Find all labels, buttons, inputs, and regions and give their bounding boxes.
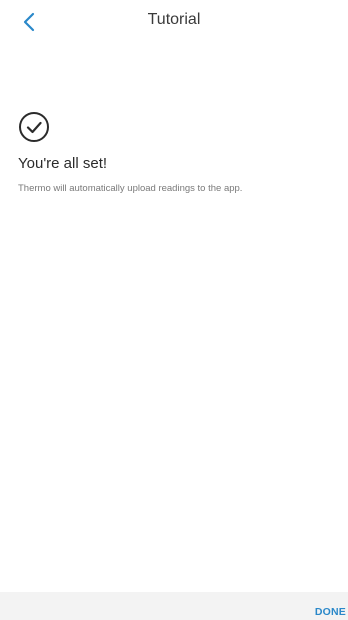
success-description: Thermo will automatically upload reading… xyxy=(18,183,243,194)
header: Tutorial xyxy=(0,0,348,44)
footer-bar xyxy=(0,592,348,620)
page-title: Tutorial xyxy=(147,11,201,28)
tutorial-screen: Tutorial You're all set! Thermo will aut… xyxy=(0,0,348,620)
success-heading: You're all set! xyxy=(18,155,108,172)
done-button[interactable]: DONE xyxy=(315,606,346,618)
check-circle-icon xyxy=(18,111,50,143)
